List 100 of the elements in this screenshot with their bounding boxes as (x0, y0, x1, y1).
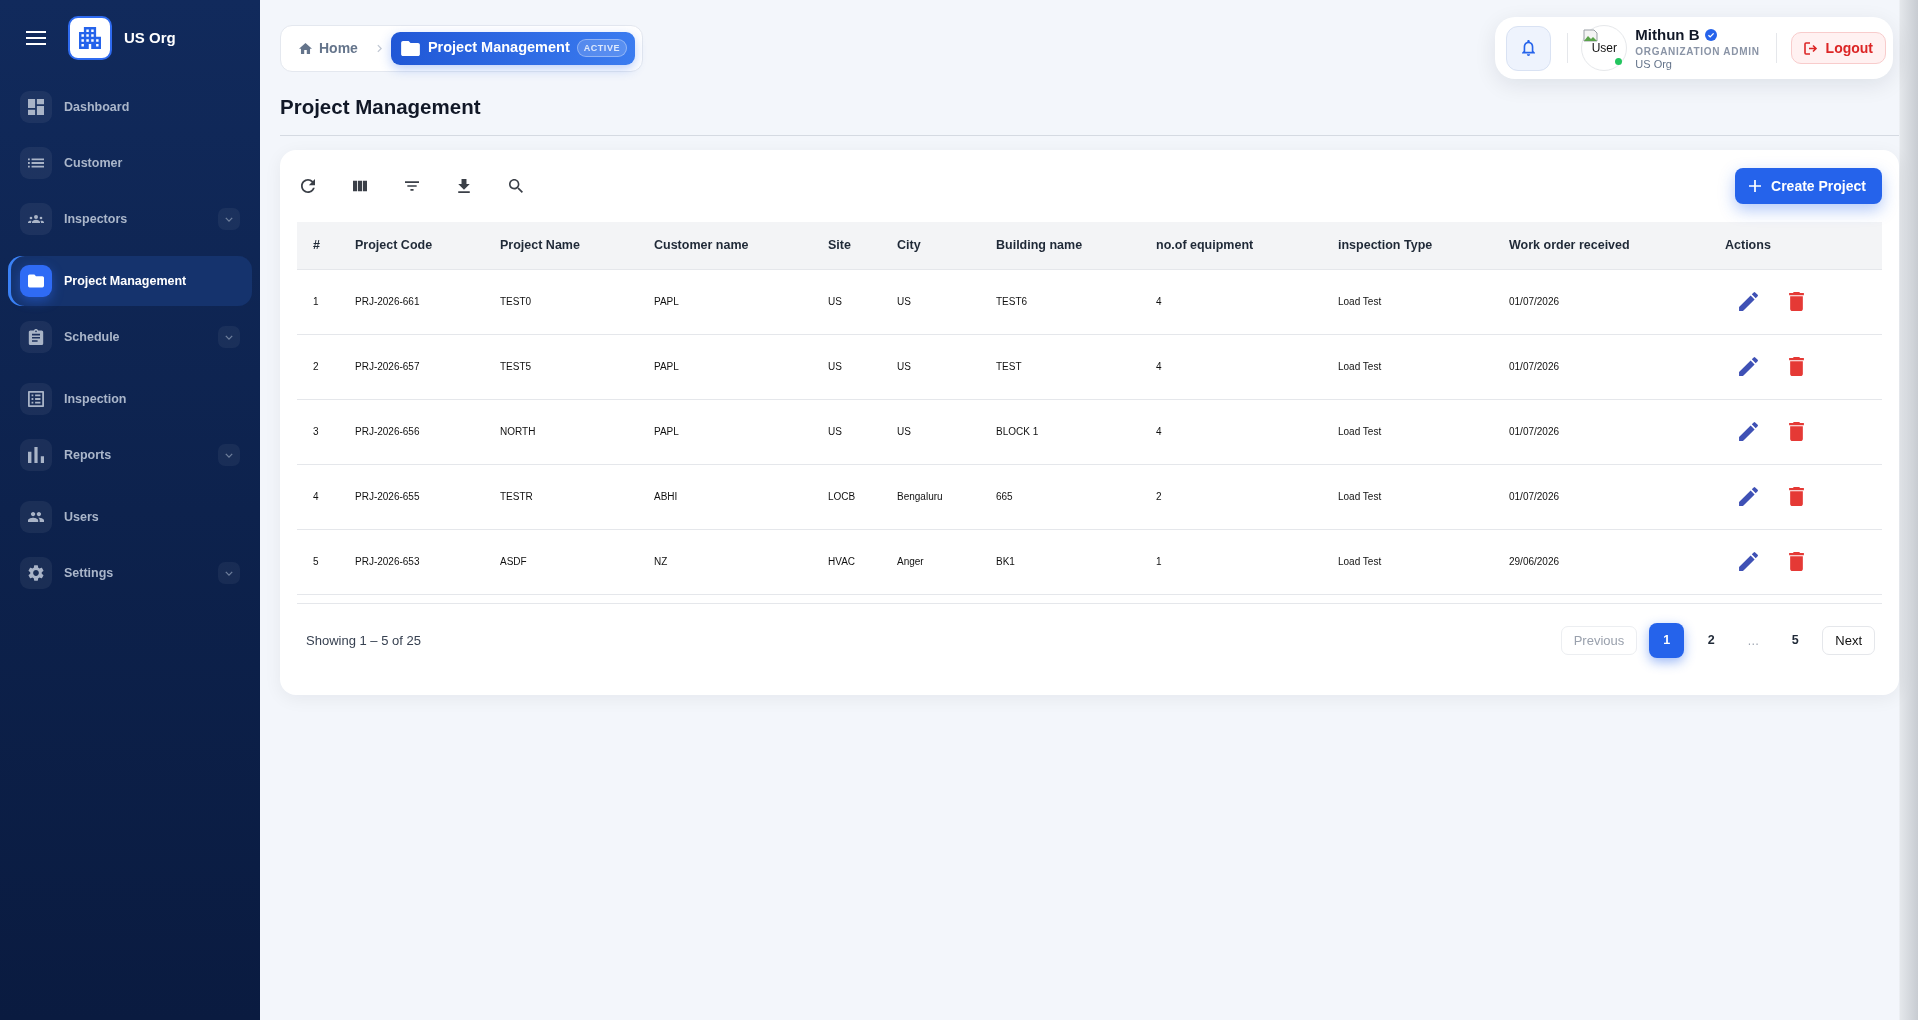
results-summary: Showing 1 – 5 of 25 (306, 631, 421, 650)
table-cell: NZ (638, 529, 812, 594)
refresh-icon (301, 179, 315, 193)
notifications-button[interactable] (1506, 25, 1552, 71)
column-header: City (881, 222, 980, 269)
group-icon (20, 203, 52, 235)
trash-icon (1788, 422, 1804, 441)
edit-button[interactable] (1736, 289, 1760, 314)
column-header: Project Name (484, 222, 638, 269)
folder-icon (20, 265, 52, 297)
page-title: Project Management (280, 95, 481, 119)
table-cell: US (881, 334, 980, 399)
chevron-down-icon (218, 562, 240, 584)
trash-icon (1788, 292, 1804, 311)
table-cell: 4 (1140, 269, 1322, 334)
sidebar-item[interactable]: Project Management (8, 256, 252, 306)
column-header: Project Code (339, 222, 484, 269)
edit-button[interactable] (1736, 419, 1760, 444)
page-button[interactable]: 5 (1780, 623, 1811, 658)
sidebar-item[interactable]: Reports (8, 430, 252, 480)
status-badge: ACTIVE (576, 39, 627, 57)
table-cell: Load Test (1322, 334, 1493, 399)
table-cell: PRJ-2026-657 (339, 334, 484, 399)
breadcrumb-current[interactable]: Project Management ACTIVE (390, 31, 635, 65)
people-icon (20, 501, 52, 533)
table-cell: PRJ-2026-655 (339, 464, 484, 529)
table-cell: Load Test (1322, 399, 1493, 464)
table-cell: BK1 (980, 529, 1140, 594)
clipboard-icon (20, 321, 52, 353)
table-cell: PAPL (638, 399, 812, 464)
table-cell: PRJ-2026-653 (339, 529, 484, 594)
column-header: # (297, 222, 339, 269)
bar-chart-icon (20, 439, 52, 471)
pagination-ellipsis: … (1746, 632, 1761, 650)
table-cell: 4 (1140, 399, 1322, 464)
table-cell: 2 (297, 334, 339, 399)
create-project-button[interactable]: Create Project (1735, 168, 1882, 204)
table-cell: TEST0 (484, 269, 638, 334)
table-cell: PRJ-2026-661 (339, 269, 484, 334)
column-header: no.of equipment (1140, 222, 1322, 269)
pencil-icon (1738, 292, 1758, 311)
table-cell: LOCB (812, 464, 881, 529)
table-cell: US (881, 269, 980, 334)
edit-button[interactable] (1736, 484, 1760, 509)
user-org: US Org (1635, 57, 1673, 71)
home-icon (299, 42, 312, 54)
table-cell: BLOCK 1 (980, 399, 1140, 464)
column-header: Site (812, 222, 881, 269)
table-cell: Load Test (1322, 464, 1493, 529)
table-cell: ABHI (638, 464, 812, 529)
sidebar-item[interactable]: Users (8, 492, 252, 542)
table-cell: US (812, 399, 881, 464)
pagination-button[interactable]: Next (1822, 626, 1875, 655)
org-name: US Org (124, 27, 176, 48)
page-button[interactable]: 1 (1649, 623, 1685, 658)
search-icon (509, 179, 523, 193)
table-cell: Load Test (1322, 269, 1493, 334)
folder-icon (400, 40, 420, 56)
plus-icon (1749, 180, 1762, 192)
logout-button[interactable]: Logout (1790, 32, 1886, 64)
chevron-down-icon (218, 208, 240, 230)
filter-icon (405, 179, 419, 193)
column-header: inspection Type (1322, 222, 1493, 269)
user-name: Mithun B (1635, 25, 1700, 44)
sidebar-item[interactable]: Inspectors (8, 194, 252, 244)
sidebar-item[interactable]: Settings (8, 548, 252, 598)
page-button[interactable]: 2 (1696, 623, 1727, 658)
table-cell: 3 (297, 399, 339, 464)
bell-icon (1522, 40, 1536, 56)
sidebar-item[interactable]: Customer (8, 138, 252, 188)
table-cell: 1 (297, 269, 339, 334)
list-icon (20, 147, 52, 179)
sidebar-item[interactable]: Inspection (8, 374, 252, 424)
download-icon (457, 179, 471, 193)
column-header: Customer name (638, 222, 812, 269)
edit-button[interactable] (1736, 354, 1760, 379)
table-cell: 4 (1140, 334, 1322, 399)
sidebar-item[interactable]: Schedule (8, 312, 252, 362)
table-cell: Load Test (1322, 529, 1493, 594)
menu-button[interactable] (26, 31, 46, 45)
table-cell: US (812, 269, 881, 334)
table-cell: TEST6 (980, 269, 1140, 334)
breadcrumb-link[interactable]: Home (299, 37, 358, 59)
column-header: Actions (1709, 222, 1882, 269)
table-cell: TESTR (484, 464, 638, 529)
table-cell: US (812, 334, 881, 399)
trash-icon (1788, 487, 1804, 506)
table-cell: PRJ-2026-656 (339, 399, 484, 464)
table-cell: 665 (980, 464, 1140, 529)
trash-icon (1788, 357, 1804, 376)
column-header: Building name (980, 222, 1140, 269)
table-cell: ASDF (484, 529, 638, 594)
building-icon (68, 16, 112, 60)
avatar-alt-text: User (1591, 41, 1617, 55)
edit-button[interactable] (1736, 549, 1760, 574)
sidebar-item[interactable]: Dashboard (8, 82, 252, 132)
table-cell: PAPL (638, 334, 812, 399)
table-cell: PAPL (638, 269, 812, 334)
dashboard-icon (20, 91, 52, 123)
table-cell: Bengaluru (881, 464, 980, 529)
